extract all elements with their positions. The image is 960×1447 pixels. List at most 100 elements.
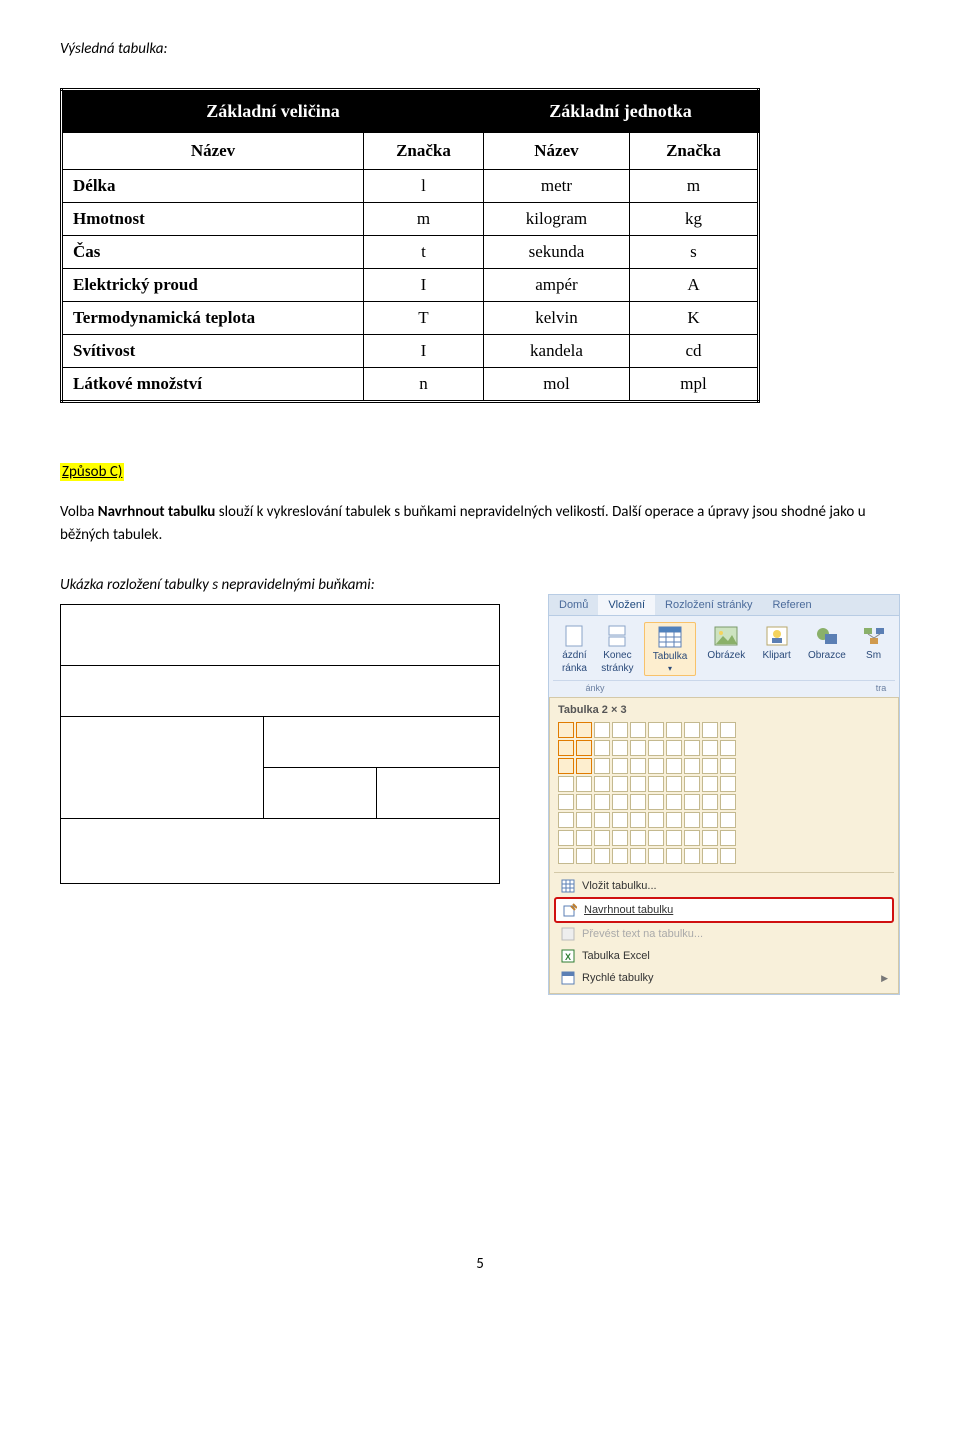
subheader-symbol-1: Značka bbox=[364, 133, 484, 170]
header-unit: Základní jednotka bbox=[483, 90, 758, 133]
table-row: SvítivostIkandelacd bbox=[62, 335, 759, 368]
row-unit: mol bbox=[483, 368, 629, 402]
menu-insert-table[interactable]: Vložit tabulku... bbox=[554, 875, 894, 897]
paragraph: Volba Navrhnout tabulku slouží k vykresl… bbox=[60, 501, 880, 546]
page-break-icon bbox=[605, 624, 629, 648]
quick-tables-icon bbox=[560, 970, 576, 986]
smartart-button[interactable]: Sm bbox=[852, 622, 895, 663]
row-unit: kilogram bbox=[483, 203, 629, 236]
tab-insert[interactable]: Vložení bbox=[598, 595, 655, 615]
row-name: Svítivost bbox=[62, 335, 364, 368]
picture-button[interactable]: Obrázek bbox=[701, 622, 751, 663]
row-unit: sekunda bbox=[483, 236, 629, 269]
row-name: Čas bbox=[62, 236, 364, 269]
row-usym: m bbox=[629, 170, 758, 203]
btn-label: Sm bbox=[866, 650, 881, 661]
menu-label: Rychlé tabulky bbox=[582, 972, 654, 984]
shapes-button[interactable]: Obrazce bbox=[802, 622, 852, 663]
row-unit: kandela bbox=[483, 335, 629, 368]
tab-references[interactable]: Referen bbox=[762, 595, 821, 615]
table-row: Délkalmetrm bbox=[62, 170, 759, 203]
word-ribbon-screenshot: Domů Vložení Rozložení stránky Referen á… bbox=[548, 594, 900, 995]
group-illustrations: tra bbox=[867, 680, 895, 695]
row-usym: K bbox=[629, 302, 758, 335]
row-name: Délka bbox=[62, 170, 364, 203]
menu-label: Převést text na tabulku... bbox=[582, 928, 703, 940]
section-label: Způsob C) bbox=[60, 463, 900, 481]
svg-text:X: X bbox=[565, 952, 571, 962]
row-unit: kelvin bbox=[483, 302, 629, 335]
para-bold: Navrhnout tabulku bbox=[98, 503, 216, 521]
btn-label: Konec bbox=[603, 650, 631, 661]
row-usym: kg bbox=[629, 203, 758, 236]
table-dropdown: Tabulka 2 × 3 Vložit tabulku... Navrhnou… bbox=[549, 697, 899, 994]
menu-draw-table[interactable]: Navrhnout tabulku bbox=[554, 897, 894, 923]
menu-excel-table[interactable]: X Tabulka Excel bbox=[554, 945, 894, 967]
row-unit: ampér bbox=[483, 269, 629, 302]
demo-cell bbox=[264, 717, 500, 768]
menu-quick-tables[interactable]: Rychlé tabulky ▶ bbox=[554, 967, 894, 989]
btn-label: Tabulka bbox=[653, 651, 687, 662]
row-sym: n bbox=[364, 368, 484, 402]
row-name: Termodynamická teplota bbox=[62, 302, 364, 335]
demo-cell bbox=[61, 605, 500, 666]
table-row: Častsekundas bbox=[62, 236, 759, 269]
btn-label: Obrázek bbox=[707, 650, 745, 661]
row-usym: s bbox=[629, 236, 758, 269]
row-sym: I bbox=[364, 335, 484, 368]
btn-label: stránky bbox=[601, 663, 633, 674]
result-title: Výsledná tabulka: bbox=[60, 40, 900, 58]
table-row: Látkové množstvínmolmpl bbox=[62, 368, 759, 402]
subheader-name-1: Název bbox=[62, 133, 364, 170]
table-button[interactable]: Tabulka ▾ bbox=[644, 622, 696, 676]
demo-cell bbox=[61, 717, 264, 819]
table-size-grid[interactable] bbox=[554, 718, 894, 868]
clipart-button[interactable]: Klipart bbox=[751, 622, 801, 663]
table-icon bbox=[658, 625, 682, 649]
subheader-symbol-2: Značka bbox=[629, 133, 758, 170]
btn-label: ázdní bbox=[562, 650, 586, 661]
irregular-table-demo bbox=[60, 604, 500, 884]
dropdown-menu: Vložit tabulku... Navrhnout tabulku Přev… bbox=[554, 872, 894, 989]
shapes-icon bbox=[815, 624, 839, 648]
page-break-button[interactable]: Konec stránky bbox=[596, 622, 639, 676]
pencil-table-icon bbox=[562, 902, 578, 918]
ribbon-tabs: Domů Vložení Rozložení stránky Referen bbox=[549, 595, 899, 616]
row-sym: t bbox=[364, 236, 484, 269]
row-name: Elektrický proud bbox=[62, 269, 364, 302]
caption: Ukázka rozložení tabulky s nepravidelným… bbox=[60, 576, 900, 594]
menu-label: Vložit tabulku... bbox=[582, 880, 657, 892]
header-quantity: Základní veličina bbox=[62, 90, 484, 133]
group-tables-blank bbox=[637, 680, 867, 695]
demo-cell bbox=[61, 819, 500, 884]
blank-page-button[interactable]: ázdní ránka bbox=[553, 622, 596, 676]
page-number: 5 bbox=[60, 1255, 900, 1273]
btn-label: Klipart bbox=[762, 650, 790, 661]
table-row: Hmotnostmkilogramkg bbox=[62, 203, 759, 236]
row-sym: m bbox=[364, 203, 484, 236]
group-pages: ánky bbox=[553, 680, 637, 695]
demo-cell bbox=[264, 768, 377, 819]
physics-table: Základní veličina Základní jednotka Náze… bbox=[60, 88, 760, 403]
menu-label: Tabulka Excel bbox=[582, 950, 650, 962]
table-row: Termodynamická teplotaTkelvinK bbox=[62, 302, 759, 335]
clipart-icon bbox=[765, 624, 789, 648]
excel-icon: X bbox=[560, 948, 576, 964]
row-usym: A bbox=[629, 269, 758, 302]
section-label-text: Způsob C) bbox=[60, 463, 124, 481]
row-usym: cd bbox=[629, 335, 758, 368]
smartart-icon bbox=[862, 624, 886, 648]
row-sym: l bbox=[364, 170, 484, 203]
para-prefix: Volba bbox=[60, 503, 98, 521]
submenu-arrow-icon: ▶ bbox=[881, 973, 888, 984]
ribbon-body: ázdní ránka Konec stránky Tabulka ▾ Obrá… bbox=[549, 616, 899, 697]
subheader-name-2: Název bbox=[483, 133, 629, 170]
row-sym: I bbox=[364, 269, 484, 302]
menu-convert-text: Převést text na tabulku... bbox=[554, 923, 894, 945]
row-name: Hmotnost bbox=[62, 203, 364, 236]
picture-icon bbox=[714, 624, 738, 648]
tab-home[interactable]: Domů bbox=[549, 595, 598, 615]
table-row: Elektrický proudIampérA bbox=[62, 269, 759, 302]
tab-page-layout[interactable]: Rozložení stránky bbox=[655, 595, 762, 615]
row-name: Látkové množství bbox=[62, 368, 364, 402]
